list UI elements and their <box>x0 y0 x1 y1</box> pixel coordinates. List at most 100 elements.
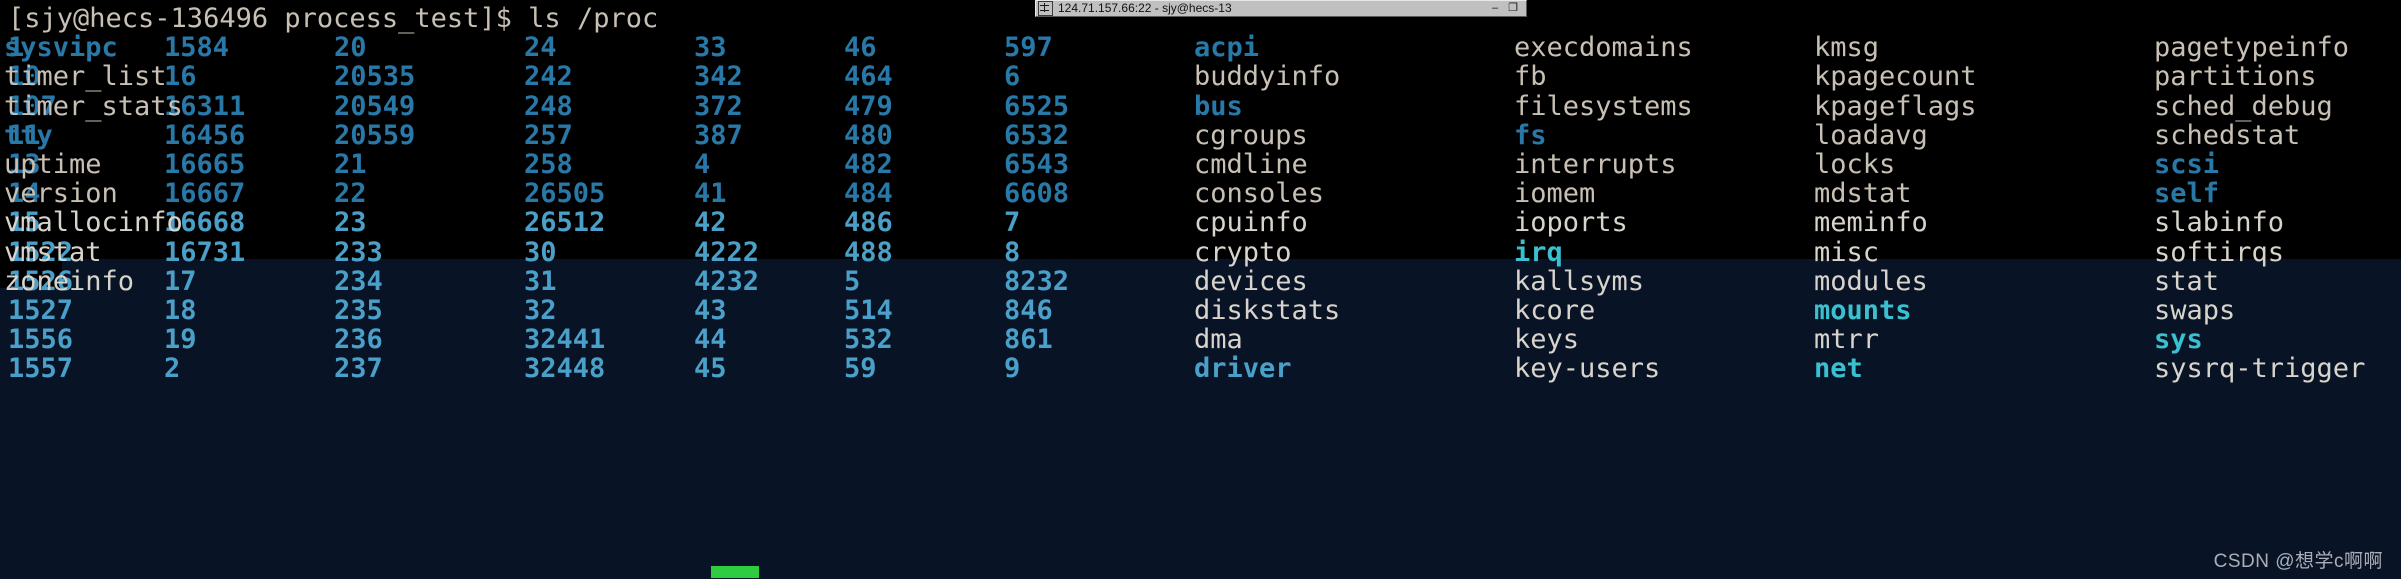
proc-file-entry[interactable]: cmdline <box>1194 150 1308 179</box>
proc-directory-entry[interactable]: 4232 <box>694 266 759 296</box>
proc-directory-entry[interactable]: 237 <box>334 354 383 383</box>
proc-directory-entry[interactable]: 16667 <box>164 179 245 208</box>
proc-file-entry[interactable]: mdstat <box>1814 179 1912 208</box>
proc-directory-entry[interactable]: 9 <box>1004 354 1020 383</box>
proc-directory-entry[interactable]: 33 <box>694 33 727 62</box>
proc-directory-entry[interactable]: tty <box>4 121 53 150</box>
proc-directory-entry[interactable]: 46 <box>844 33 877 62</box>
proc-directory-entry[interactable]: 479 <box>844 91 893 121</box>
proc-directory-entry[interactable]: scsi <box>2154 150 2219 179</box>
terminal-output[interactable]: [sjy@hecs-136496 process_test]$ ls /proc… <box>0 0 2401 579</box>
proc-directory-entry[interactable]: 19 <box>164 325 197 354</box>
proc-file-entry[interactable]: sysrq-trigger <box>2154 354 2365 383</box>
proc-file-entry[interactable]: zoneinfo <box>4 266 134 296</box>
proc-directory-entry[interactable]: 26512 <box>524 208 605 237</box>
proc-file-entry[interactable]: stat <box>2154 266 2219 296</box>
proc-file-entry[interactable]: keys <box>1514 325 1579 354</box>
proc-directory-entry[interactable]: sysvipc <box>4 33 118 62</box>
proc-directory-entry[interactable]: 30 <box>524 237 557 267</box>
output-row[interactable]: 14 16667 22 26505 41 484 6608 consoles iomem mdst… <box>4 179 2401 208</box>
output-row[interactable]: 1 1584 20 24 33 46 597 acpi execdomains kmsg paget… <box>4 33 2401 62</box>
proc-directory-entry[interactable]: 26505 <box>524 179 605 208</box>
output-row[interactable]: 13 16665 21 258 4 482 6543 cmdline interrupts loc… <box>4 150 2401 179</box>
proc-file-entry[interactable]: pagetypeinfo <box>2154 33 2349 62</box>
proc-file-entry[interactable]: key-users <box>1514 354 1660 383</box>
proc-directory-entry[interactable]: 233 <box>334 237 383 267</box>
proc-directory-entry[interactable]: 6543 <box>1004 150 1069 179</box>
proc-directory-entry[interactable]: 514 <box>844 296 893 325</box>
proc-directory-entry[interactable]: 8 <box>1004 237 1020 267</box>
proc-directory-entry[interactable]: 235 <box>334 296 383 325</box>
proc-directory-entry[interactable]: 861 <box>1004 325 1053 354</box>
output-row[interactable]: 10 16 20535 242 342 464 6 buddyinfo fb kpagecount… <box>4 62 2401 91</box>
output-row[interactable]: 1522 16731 233 30 4222 488 8 crypto irq misc softi… <box>4 237 2401 267</box>
output-row[interactable]: 15 16668 23 26512 42 486 7 cpuinfo ioports meminf… <box>4 208 2401 237</box>
output-row[interactable]: 1557 2 237 32448 45 59 9 driver key-users net sysr… <box>4 354 2401 383</box>
proc-file-entry[interactable]: iomem <box>1514 179 1595 208</box>
proc-directory-entry[interactable]: bus <box>1194 91 1243 121</box>
output-row[interactable]: 11 16456 20559 257 387 480 6532 cgroups fs loadav… <box>4 121 2401 150</box>
proc-directory-entry[interactable]: acpi <box>1194 33 1259 62</box>
proc-directory-entry[interactable]: 8232 <box>1004 266 1069 296</box>
restore-button[interactable]: ❐ <box>1508 3 1518 14</box>
proc-directory-entry[interactable]: 20 <box>334 33 367 62</box>
proc-file-entry[interactable]: uptime <box>4 150 102 179</box>
proc-directory-entry[interactable]: 258 <box>524 150 573 179</box>
proc-directory-entry[interactable]: 257 <box>524 121 573 150</box>
proc-file-entry[interactable]: vmstat <box>4 237 102 267</box>
proc-directory-entry[interactable]: 1556 <box>8 325 73 354</box>
proc-directory-entry[interactable]: 1584 <box>164 33 229 62</box>
output-row[interactable]: 1527 18 235 32 43 514 846 diskstats kcore mounts s… <box>4 296 2401 325</box>
proc-directory-entry[interactable]: 1557 <box>8 354 73 383</box>
proc-file-entry[interactable]: locks <box>1814 150 1895 179</box>
proc-file-entry[interactable]: timer_stats <box>4 91 183 121</box>
proc-file-entry[interactable]: vmallocinfo <box>4 208 183 237</box>
proc-file-entry[interactable]: misc <box>1814 237 1879 267</box>
proc-file-entry[interactable]: kcore <box>1514 296 1595 325</box>
proc-directory-entry[interactable]: fs <box>1514 121 1547 150</box>
proc-directory-entry[interactable]: sys <box>2154 325 2203 354</box>
proc-directory-entry[interactable]: 18 <box>164 296 197 325</box>
proc-directory-entry[interactable]: 21 <box>334 150 367 179</box>
proc-file-entry[interactable]: filesystems <box>1514 91 1693 121</box>
proc-directory-entry[interactable]: 236 <box>334 325 383 354</box>
proc-file-entry[interactable]: execdomains <box>1514 33 1693 62</box>
proc-file-entry[interactable]: fb <box>1514 62 1547 91</box>
proc-directory-entry[interactable]: 6608 <box>1004 179 1069 208</box>
proc-directory-entry[interactable]: 372 <box>694 91 743 121</box>
window-titlebar[interactable]: 124.71.157.66:22 - sjy@hecs-13 – ❐ <box>1035 0 1527 17</box>
proc-file-entry[interactable]: swaps <box>2154 296 2235 325</box>
proc-file-entry[interactable]: interrupts <box>1514 150 1677 179</box>
proc-directory-entry[interactable]: 42 <box>694 208 727 237</box>
proc-directory-entry[interactable]: 484 <box>844 179 893 208</box>
proc-directory-entry[interactable]: 32 <box>524 296 557 325</box>
proc-file-entry[interactable]: mtrr <box>1814 325 1879 354</box>
proc-directory-entry[interactable]: 6 <box>1004 62 1020 91</box>
proc-directory-entry[interactable]: 242 <box>524 62 573 91</box>
proc-directory-entry[interactable]: 488 <box>844 237 893 267</box>
proc-directory-entry[interactable]: 32448 <box>524 354 605 383</box>
proc-directory-entry[interactable]: 7 <box>1004 208 1020 237</box>
proc-directory-entry[interactable]: 480 <box>844 121 893 150</box>
proc-directory-entry[interactable]: 482 <box>844 150 893 179</box>
proc-directory-entry[interactable]: 486 <box>844 208 893 237</box>
proc-directory-entry[interactable]: 342 <box>694 62 743 91</box>
proc-directory-entry[interactable]: 20535 <box>334 62 415 91</box>
proc-directory-entry[interactable]: 32441 <box>524 325 605 354</box>
proc-directory-entry[interactable]: 31 <box>524 266 557 296</box>
proc-directory-entry[interactable]: 16731 <box>164 237 245 267</box>
proc-directory-entry[interactable]: 387 <box>694 121 743 150</box>
proc-file-entry[interactable]: cgroups <box>1194 121 1308 150</box>
proc-directory-entry[interactable]: 597 <box>1004 33 1053 62</box>
proc-file-entry[interactable]: consoles <box>1194 179 1324 208</box>
proc-directory-entry[interactable]: 45 <box>694 354 727 383</box>
proc-directory-entry[interactable]: 44 <box>694 325 727 354</box>
proc-directory-entry[interactable]: 17 <box>164 266 197 296</box>
proc-file-entry[interactable]: softirqs <box>2154 237 2284 267</box>
proc-directory-entry[interactable]: 846 <box>1004 296 1053 325</box>
proc-file-entry[interactable]: cpuinfo <box>1194 208 1308 237</box>
proc-directory-entry[interactable]: 16 <box>164 62 197 91</box>
proc-directory-entry[interactable]: 16456 <box>164 121 245 150</box>
proc-directory-entry[interactable]: 20549 <box>334 91 415 121</box>
proc-directory-entry[interactable]: irq <box>1514 237 1563 267</box>
